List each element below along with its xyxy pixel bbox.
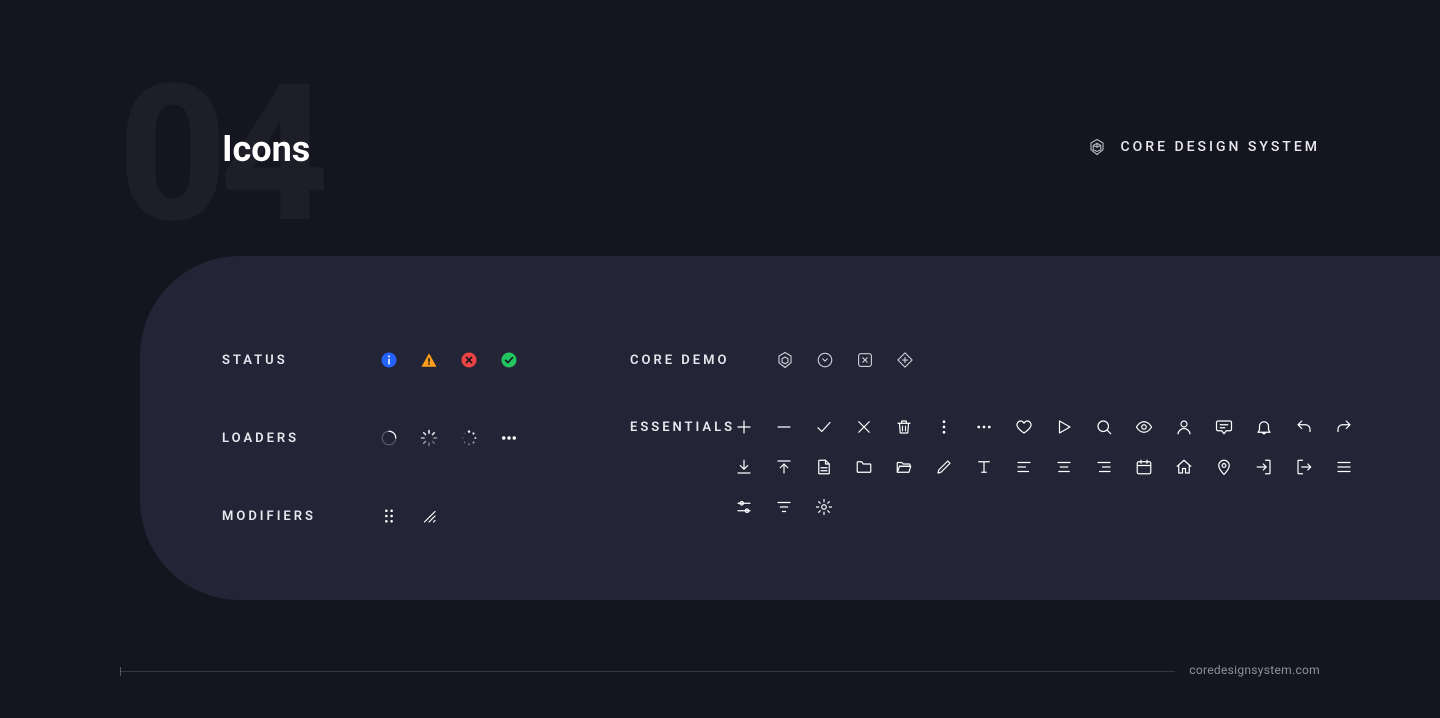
- spinner-dashes-icon: [420, 429, 438, 447]
- settings-gear-icon: [815, 498, 833, 516]
- brand-lockup: CORE DESIGN SYSTEM: [1088, 138, 1320, 156]
- download-icon: [735, 458, 753, 476]
- reply-icon: [1295, 418, 1313, 436]
- circle-chevron-icon: [816, 351, 834, 369]
- text-icon: [975, 458, 993, 476]
- close-icon: [855, 418, 873, 436]
- check-icon: [815, 418, 833, 436]
- calendar-icon: [1135, 458, 1153, 476]
- more-horizontal-icon: [975, 418, 993, 436]
- section-label-loaders: LOADERS: [222, 431, 380, 446]
- document-icon: [815, 458, 833, 476]
- home-icon: [1175, 458, 1193, 476]
- folder-open-icon: [895, 458, 913, 476]
- menu-icon: [1335, 458, 1353, 476]
- section-modifiers: MODIFIERS: [222, 496, 622, 536]
- square-x-icon: [856, 351, 874, 369]
- filter-icon: [775, 498, 793, 516]
- footer-rule: [120, 671, 1320, 672]
- diamond-plus-icon: [896, 351, 914, 369]
- dots-horizontal-icon: [500, 429, 518, 447]
- eye-icon: [1135, 418, 1153, 436]
- section-label-modifiers: MODIFIERS: [222, 509, 380, 524]
- chat-icon: [1215, 418, 1233, 436]
- plus-icon: [735, 418, 753, 436]
- align-left-icon: [1015, 458, 1033, 476]
- success-circle-icon: [500, 351, 518, 369]
- footer-url: coredesignsystem.com: [1175, 663, 1320, 677]
- search-icon: [1095, 418, 1113, 436]
- section-essentials: ESSENTIALS: [630, 418, 1380, 516]
- log-in-icon: [1255, 458, 1273, 476]
- log-out-icon: [1295, 458, 1313, 476]
- bell-icon: [1255, 418, 1273, 436]
- warning-triangle-icon: [420, 351, 438, 369]
- section-label-core-demo: CORE DEMO: [630, 353, 776, 368]
- folder-icon: [855, 458, 873, 476]
- spinner-dots-circle-icon: [460, 429, 478, 447]
- section-loaders: LOADERS: [222, 418, 622, 458]
- play-icon: [1055, 418, 1073, 436]
- sliders-icon: [735, 498, 753, 516]
- section-label-essentials: ESSENTIALS: [630, 418, 735, 435]
- location-pin-icon: [1215, 458, 1233, 476]
- align-center-icon: [1055, 458, 1073, 476]
- brand-hexagon-icon: [1088, 138, 1106, 156]
- hexagon-cube-icon: [776, 351, 794, 369]
- drag-handle-icon: [380, 507, 398, 525]
- trash-icon: [895, 418, 913, 436]
- resize-corner-icon: [420, 507, 438, 525]
- heart-icon: [1015, 418, 1033, 436]
- page-title: Icons: [222, 128, 310, 170]
- align-right-icon: [1095, 458, 1113, 476]
- upload-icon: [775, 458, 793, 476]
- info-circle-icon: [380, 351, 398, 369]
- user-icon: [1175, 418, 1193, 436]
- more-vertical-icon: [935, 418, 953, 436]
- section-core-demo: CORE DEMO: [630, 340, 1380, 380]
- edit-icon: [935, 458, 953, 476]
- spinner-ring-icon: [380, 429, 398, 447]
- section-status: STATUS: [222, 340, 622, 380]
- brand-label: CORE DESIGN SYSTEM: [1120, 139, 1320, 155]
- forward-icon: [1335, 418, 1353, 436]
- error-circle-icon: [460, 351, 478, 369]
- section-label-status: STATUS: [222, 353, 380, 368]
- minus-icon: [775, 418, 793, 436]
- icon-panel: STATUS LOADE: [140, 256, 1440, 600]
